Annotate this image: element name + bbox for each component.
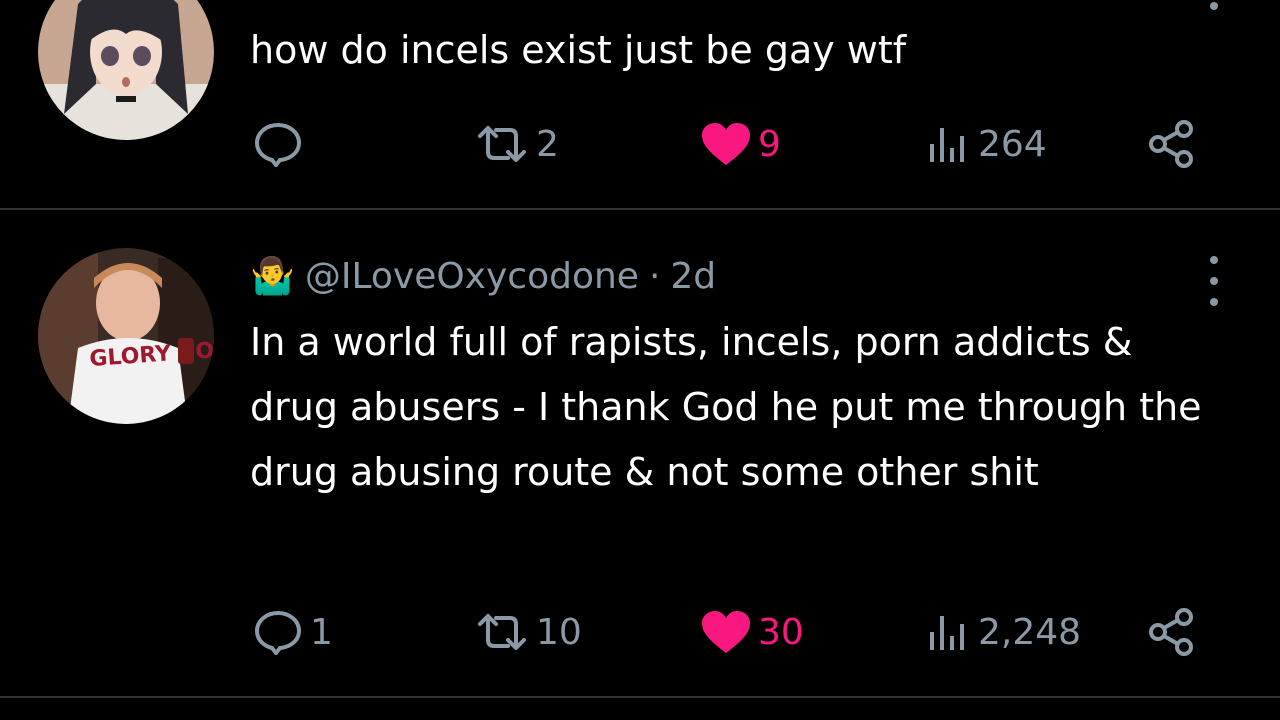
views-button[interactable]: 264 (926, 116, 1047, 172)
dot (1210, 2, 1218, 10)
share-icon (1149, 608, 1193, 656)
retweet-icon (478, 126, 526, 162)
tweet-header: 🤷‍♂️ @ILoveOxycodone · 2d (250, 256, 716, 297)
share-icon (1149, 120, 1193, 168)
tweet[interactable]: GLORY BOYZ 🤷‍♂️ @ILoveOxycodone · 2d In … (0, 210, 1280, 696)
share-button[interactable] (1146, 116, 1198, 172)
retweet-count: 2 (536, 123, 559, 165)
like-button[interactable]: 9 (700, 116, 781, 172)
retweet-button[interactable]: 2 (474, 116, 559, 172)
reply-button[interactable]: 1 (252, 604, 333, 660)
tweet-text: In a world full of rapists, incels, porn… (250, 320, 1202, 494)
heart-icon (702, 611, 750, 653)
like-count: 9 (758, 123, 781, 165)
divider (0, 696, 1280, 698)
like-button[interactable]: 30 (700, 604, 804, 660)
timeline-feed: how do incels exist just be gay wtf 2 9 … (0, 0, 1280, 720)
anime-girl-avatar-icon (38, 0, 214, 140)
dot (1210, 277, 1218, 285)
view-count: 2,248 (978, 611, 1082, 653)
analytics-icon (930, 128, 964, 162)
separator-dot: · (648, 256, 661, 297)
views-button[interactable]: 2,248 (926, 604, 1081, 660)
tweet-actions: 1 10 30 2,248 (250, 604, 1230, 660)
retweet-count: 10 (536, 611, 582, 653)
tweet-actions: 2 9 264 (250, 116, 1230, 172)
like-count: 30 (758, 611, 804, 653)
reply-button[interactable] (252, 116, 310, 172)
reply-icon (254, 610, 302, 655)
retweet-icon (478, 614, 526, 650)
heart-icon (702, 123, 750, 165)
dot (1210, 298, 1218, 306)
share-button[interactable] (1146, 604, 1198, 660)
reply-icon (254, 122, 302, 167)
tweet-text: how do incels exist just be gay wtf (250, 28, 907, 72)
person-photo-avatar-icon: GLORY BOYZ (38, 248, 214, 424)
more-options-button[interactable] (1202, 0, 1226, 10)
avatar[interactable]: GLORY BOYZ (38, 248, 214, 424)
shrug-emoji-icon: 🤷‍♂️ (250, 255, 295, 297)
more-options-button[interactable] (1202, 256, 1226, 306)
timestamp[interactable]: 2d (670, 256, 716, 297)
dot (1210, 256, 1218, 264)
retweet-button[interactable]: 10 (474, 604, 582, 660)
user-handle[interactable]: @ILoveOxycodone (305, 256, 639, 297)
avatar[interactable] (38, 0, 214, 140)
analytics-icon (930, 616, 964, 650)
reply-count: 1 (310, 611, 333, 653)
view-count: 264 (978, 123, 1047, 165)
tweet[interactable]: how do incels exist just be gay wtf 2 9 … (0, 0, 1280, 209)
